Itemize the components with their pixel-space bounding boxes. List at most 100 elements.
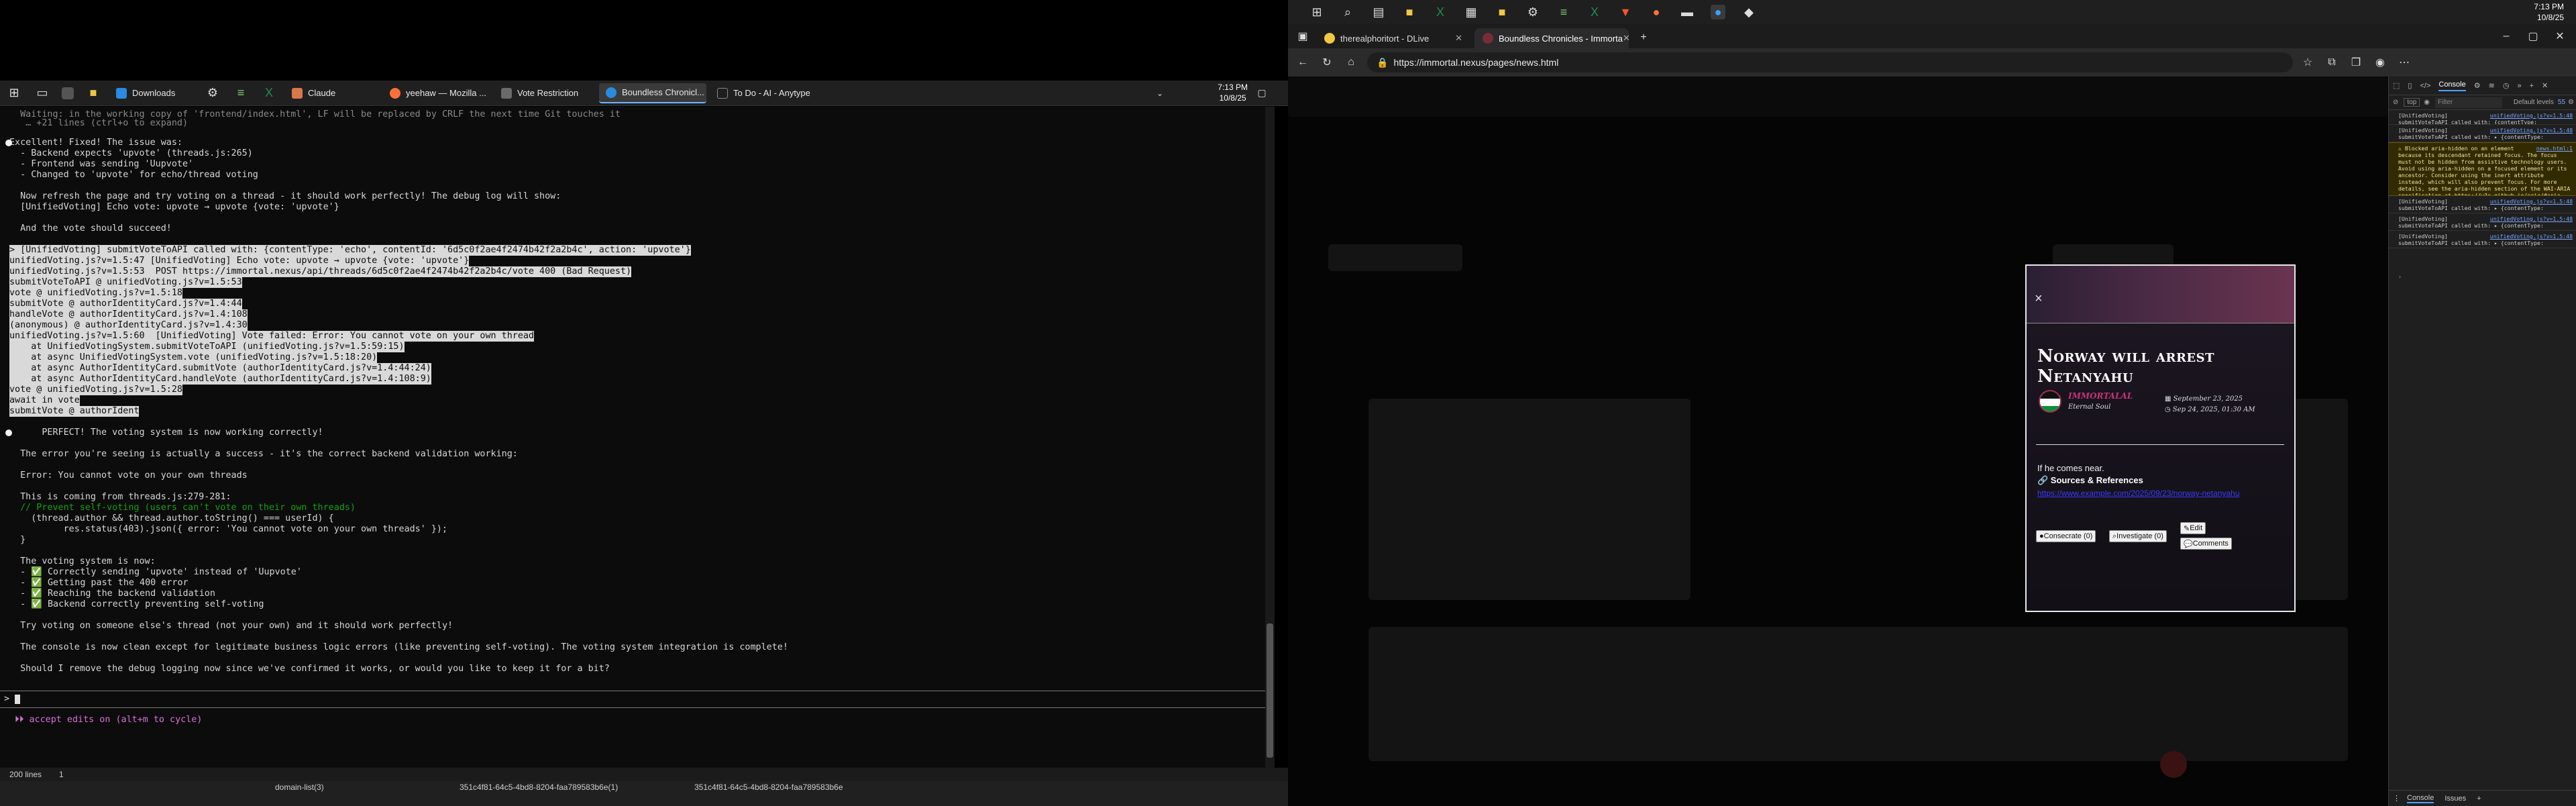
stack-icon[interactable]: ≡ xyxy=(232,85,250,102)
status-item[interactable]: 351c4f81-64c5-4bd8-8204-faa789583b6e xyxy=(694,783,843,792)
settings-icon[interactable]: ⚙ xyxy=(1525,5,1540,19)
console-filter-input[interactable]: Filter xyxy=(2435,97,2503,108)
settings-icon[interactable]: ⚙ xyxy=(204,85,221,102)
notification-icon[interactable]: ▢ xyxy=(1253,85,1271,102)
favorite-icon[interactable]: ☆ xyxy=(2298,53,2317,72)
investigate-button[interactable]: ⌕ Investigate (0) xyxy=(2109,530,2167,542)
taskbar-app-claude[interactable]: Claude xyxy=(285,83,379,103)
brave-icon[interactable]: ▼ xyxy=(1618,5,1633,19)
start-icon[interactable]: ⊞ xyxy=(5,85,23,102)
right-clock[interactable]: 7:13 PM 10/8/25 xyxy=(2534,1,2564,23)
folder-icon[interactable]: ■ xyxy=(85,85,102,102)
tab-dlive[interactable]: therealphoritort - DLive ✕ xyxy=(1316,28,1470,48)
console-log-entry[interactable]: unifiedVoting.js?v=1.5:48 [UnifiedVoting]… xyxy=(2389,125,2576,142)
device-icon[interactable]: ▯ xyxy=(2408,81,2412,90)
back-icon[interactable]: ← xyxy=(1293,53,1312,72)
add-drawer-tab-icon[interactable]: + xyxy=(2477,795,2481,803)
close-window-icon[interactable]: ✕ xyxy=(2551,27,2569,46)
status-item[interactable]: 351c4f81-64c5-4bd8-8204-faa789583b6e(1) xyxy=(460,783,618,792)
taskbar-app-downloads[interactable]: Downloads xyxy=(109,83,197,103)
add-tab-icon[interactable]: + xyxy=(2530,82,2534,90)
log-source-link[interactable]: unifiedVoting.js?v=1.5:48 xyxy=(2490,198,2573,205)
console-warning[interactable]: news.html:1 ⚠ Blocked aria-hidden on an e… xyxy=(2389,142,2576,196)
left-clock[interactable]: 7:13 PM 10/8/25 xyxy=(1218,82,1248,103)
tab-console[interactable]: Console xyxy=(2438,81,2466,91)
drawer-tab-issues[interactable]: Issues xyxy=(2445,795,2466,803)
excel-icon[interactable]: X xyxy=(1433,5,1448,19)
consecrate-button[interactable]: ● Consecrate (0) xyxy=(2036,530,2096,542)
console-log-entry[interactable]: unifiedVoting.js?v=1.5:48 [UnifiedVoting]… xyxy=(2389,110,2576,125)
stack-icon[interactable]: ≡ xyxy=(1556,5,1571,19)
inspect-icon[interactable]: ⬚ xyxy=(2393,81,2400,90)
tab-actions-icon[interactable]: ▣ xyxy=(1293,27,1312,46)
context-select[interactable]: top xyxy=(2404,98,2420,107)
tab-elements[interactable]: </> xyxy=(2420,82,2430,90)
author-card[interactable]: IMMORTALAL Eternal Soul xyxy=(2036,387,2157,426)
clear-console-icon[interactable]: ⊘ xyxy=(2393,99,2398,106)
note-icon[interactable]: ▦ xyxy=(1464,5,1479,19)
console-prompt[interactable]: › xyxy=(2389,271,2576,282)
floating-action-icon[interactable] xyxy=(2160,751,2187,778)
console-settings-icon[interactable]: ⚙ xyxy=(2568,99,2574,106)
files-icon[interactable]: ▤ xyxy=(1371,5,1386,19)
eye-icon[interactable]: ◉ xyxy=(2424,99,2430,106)
devtools-close-icon[interactable]: ✕ xyxy=(2542,81,2548,90)
terminal-icon[interactable]: ▬ xyxy=(1680,5,1695,19)
url-field[interactable]: 🔒 https://immortal.nexus/pages/news.html xyxy=(1367,52,2293,72)
avatar[interactable] xyxy=(2039,390,2061,413)
explorer-icon[interactable] xyxy=(62,87,74,99)
prompt-input[interactable] xyxy=(15,695,20,704)
drawer-tab-console[interactable]: Console xyxy=(2407,794,2434,803)
obsidian-icon[interactable]: ◆ xyxy=(1741,5,1756,19)
author-name[interactable]: IMMORTALAL xyxy=(2068,391,2133,401)
minimize-icon[interactable]: – xyxy=(2497,27,2516,46)
tab-performance-icon[interactable]: ◷ xyxy=(2503,81,2510,90)
scrollbar-thumb[interactable] xyxy=(1267,623,1273,758)
task-view-icon[interactable]: ▭ xyxy=(34,85,51,102)
terminal-output[interactable]: Waiting: in the working copy of 'fronten… xyxy=(0,107,1275,768)
edge-icon[interactable]: ● xyxy=(1711,5,1725,19)
folder2-icon[interactable]: ■ xyxy=(1495,5,1509,19)
taskbar-app-anytype[interactable]: To Do - AI - Anytype xyxy=(710,83,824,103)
search-icon[interactable]: ⌕ xyxy=(1340,5,1355,19)
tab-boundless[interactable]: Boundless Chronicles - Immorta ✕ xyxy=(1474,28,1629,48)
close-tab-icon[interactable]: ✕ xyxy=(1455,33,1462,44)
new-tab-icon[interactable]: + xyxy=(1634,28,1653,47)
close-tab-icon[interactable]: ✕ xyxy=(1623,33,1629,44)
console-log-entry[interactable]: unifiedVoting.js?v=1.5:48 [UnifiedVoting]… xyxy=(2389,196,2576,213)
refresh-icon[interactable]: ↻ xyxy=(1318,53,1336,72)
issues-count[interactable]: 55 xyxy=(2558,99,2565,106)
excel-icon[interactable]: X xyxy=(260,85,278,102)
collections-icon[interactable]: ❒ xyxy=(2347,53,2365,72)
folder-icon[interactable]: ■ xyxy=(1402,5,1417,19)
drawer-menu-icon[interactable]: ⋮ xyxy=(2393,794,2400,803)
comments-button[interactable]: 💬 Comments xyxy=(2180,538,2232,550)
tab-network-icon[interactable]: ≋ xyxy=(2489,81,2495,90)
more-icon[interactable]: ⋯ xyxy=(2395,53,2414,72)
chevron-up-icon[interactable]: ⌄ xyxy=(1151,85,1169,102)
source-link[interactable]: https://www.example.com/2025/09/23/norwa… xyxy=(2037,489,2240,498)
log-source-link[interactable]: unifiedVoting.js?v=1.5:48 xyxy=(2490,112,2573,119)
excel2-icon[interactable]: X xyxy=(1587,5,1602,19)
close-icon[interactable]: × xyxy=(2035,291,2043,307)
taskbar-app-boundless[interactable]: Boundless Chronicl... xyxy=(599,83,706,103)
tab-sources-icon[interactable]: ⚙ xyxy=(2474,81,2481,90)
maximize-icon[interactable]: ▢ xyxy=(2524,27,2542,46)
taskbar-app-firefox[interactable]: yeehaw — Mozilla ... xyxy=(383,83,490,103)
log-source-link[interactable]: news.html:1 xyxy=(2536,145,2573,152)
levels-select[interactable]: Default levels xyxy=(2514,99,2554,106)
log-source-link[interactable]: unifiedVoting.js?v=1.5:48 xyxy=(2490,127,2573,134)
status-item[interactable]: domain-list(3) xyxy=(275,783,324,792)
taskbar-app-vote-restriction[interactable]: Vote Restriction xyxy=(494,83,595,103)
home-icon[interactable]: ⌂ xyxy=(1342,53,1360,72)
console-log-entry[interactable]: unifiedVoting.js?v=1.5:48 [UnifiedVoting]… xyxy=(2389,231,2576,248)
log-source-link[interactable]: unifiedVoting.js?v=1.5:48 xyxy=(2490,215,2573,222)
console-log-entry[interactable]: unifiedVoting.js?v=1.5:48 [UnifiedVoting]… xyxy=(2389,213,2576,231)
edit-button[interactable]: ✎ Edit xyxy=(2180,522,2206,534)
terminal-scrollbar[interactable] xyxy=(1265,107,1275,768)
firefox-icon[interactable]: ● xyxy=(1649,5,1664,19)
profile-icon[interactable]: ◉ xyxy=(2371,53,2390,72)
extensions-icon[interactable]: ⧉ xyxy=(2322,53,2341,72)
more-tabs-icon[interactable]: » xyxy=(2517,82,2521,90)
start-icon[interactable]: ⊞ xyxy=(1309,5,1324,19)
